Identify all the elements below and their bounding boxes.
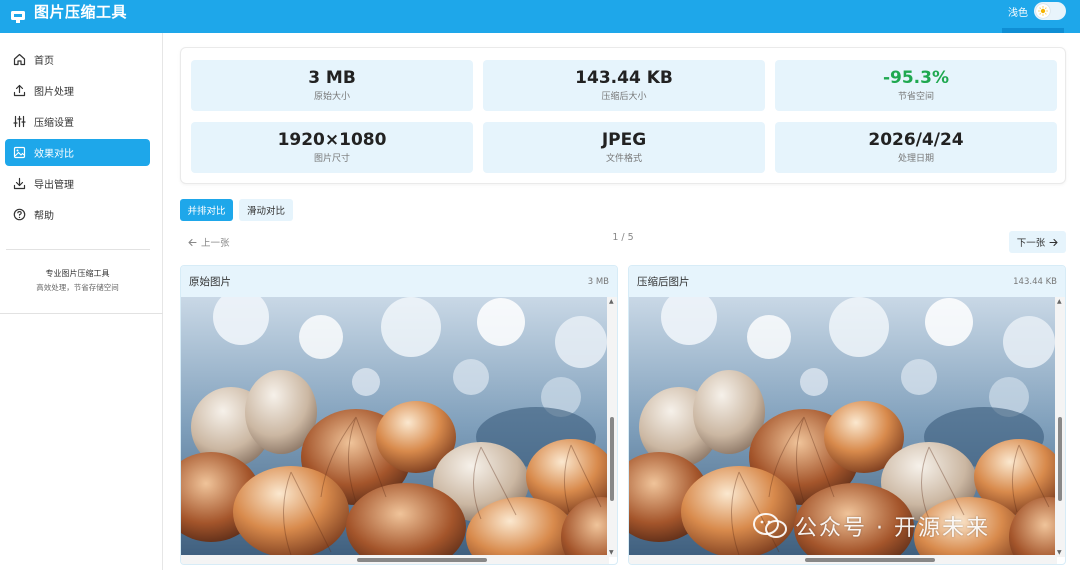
stat-file-format: JPEG 文件格式 xyxy=(483,122,765,173)
help-icon xyxy=(13,208,26,221)
theme-label: 浅色 xyxy=(1008,7,1028,19)
watermark: 公众号 · 开源未来 xyxy=(753,508,1053,544)
sidebar-bottom-divider xyxy=(0,313,163,314)
horizontal-scrollbar[interactable] xyxy=(181,555,609,564)
stat-label: 文件格式 xyxy=(605,154,642,164)
sidebar-item-label: 图片处理 xyxy=(34,87,74,98)
stat-value: -95.3% xyxy=(882,68,950,88)
upload-icon xyxy=(13,84,26,97)
sliders-icon xyxy=(13,115,26,128)
sidebar-item-label: 帮助 xyxy=(34,211,54,222)
scrollbar-thumb[interactable] xyxy=(610,417,614,501)
sidebar-item-label: 效果对比 xyxy=(34,149,74,160)
theme-switch[interactable]: 浅色 xyxy=(1008,2,1066,20)
scrollbar-thumb[interactable] xyxy=(805,558,935,562)
card-title: 原始图片 xyxy=(189,276,231,288)
scroll-up-icon[interactable]: ▲ xyxy=(609,298,614,305)
stat-original-size: 3 MB 原始大小 xyxy=(191,60,473,111)
sidebar-item-export[interactable]: 导出管理 xyxy=(5,170,150,197)
stat-process-date: 2026/4/24 处理日期 xyxy=(775,122,1057,173)
app-header: 图片压缩工具 浅色 xyxy=(0,0,1080,33)
arrow-left-icon xyxy=(188,238,197,246)
wechat-icon xyxy=(753,513,787,538)
sidebar-item-label: 首页 xyxy=(34,56,54,67)
card-file-size: 3 MB xyxy=(587,276,609,287)
vertical-scrollbar[interactable]: ▲ ▼ xyxy=(607,297,617,557)
sidebar-divider xyxy=(6,249,150,250)
card-file-size: 143.44 KB xyxy=(1013,276,1057,287)
image-compare-icon xyxy=(13,146,26,159)
horizontal-scrollbar[interactable] xyxy=(629,555,1057,564)
stats-panel: 3 MB 原始大小 143.44 KB 压缩后大小 -95.3% 节省空间 19… xyxy=(180,47,1066,184)
sidebar-item-compress-settings[interactable]: 压缩设置 xyxy=(5,108,150,135)
stat-value: 3 MB xyxy=(308,68,356,88)
stat-value: JPEG xyxy=(601,130,647,150)
sidebar-item-help[interactable]: 帮助 xyxy=(5,201,150,228)
monitor-icon xyxy=(10,10,26,24)
sidebar-footer-subtitle: 高效处理，节省存储空间 xyxy=(36,283,119,292)
card-header: 原始图片 3 MB xyxy=(181,266,617,297)
scroll-down-icon[interactable]: ▼ xyxy=(1057,549,1062,556)
app-title: 图片压缩工具 xyxy=(34,3,128,21)
original-image-card: 原始图片 3 MB ▲ ▼ xyxy=(180,265,618,565)
scrollbar-thumb[interactable] xyxy=(1058,417,1062,501)
scrollbar-thumb[interactable] xyxy=(357,558,487,562)
prev-button[interactable]: 上一张 xyxy=(188,235,230,249)
slider-compare-button[interactable]: 滑动对比 xyxy=(239,199,293,221)
original-image[interactable] xyxy=(181,297,609,557)
stat-label: 节省空间 xyxy=(897,92,934,102)
stat-compressed-size: 143.44 KB 压缩后大小 xyxy=(483,60,765,111)
scroll-down-icon[interactable]: ▼ xyxy=(609,549,614,556)
stat-space-saved: -95.3% 节省空间 xyxy=(775,60,1057,111)
next-label: 下一张 xyxy=(1016,238,1046,249)
stat-label: 图片尺寸 xyxy=(313,154,350,164)
header-accent-tab xyxy=(1002,28,1064,33)
theme-toggle[interactable] xyxy=(1034,2,1066,20)
sidebar-item-label: 压缩设置 xyxy=(34,118,74,129)
home-icon xyxy=(13,53,26,66)
scroll-up-icon[interactable]: ▲ xyxy=(1057,298,1062,305)
side-by-side-button[interactable]: 并排对比 xyxy=(180,199,233,221)
next-button[interactable]: 下一张 xyxy=(1009,231,1066,253)
watermark-text: 公众号 · 开源未来 xyxy=(795,516,990,541)
prev-label: 上一张 xyxy=(201,238,230,249)
sidebar-item-home[interactable]: 首页 xyxy=(5,46,150,73)
card-title: 压缩后图片 xyxy=(637,276,690,288)
vertical-scrollbar[interactable]: ▲ ▼ xyxy=(1055,297,1065,557)
stat-value: 1920×1080 xyxy=(277,130,387,150)
sun-icon xyxy=(1036,4,1050,18)
sidebar-item-image-processing[interactable]: 图片处理 xyxy=(5,77,150,104)
stat-label: 原始大小 xyxy=(313,92,350,102)
download-icon xyxy=(13,177,26,190)
card-header: 压缩后图片 143.44 KB xyxy=(629,266,1065,297)
page-indicator: 1 / 5 xyxy=(612,232,634,243)
stat-value: 2026/4/24 xyxy=(868,130,964,150)
sidebar-item-compare[interactable]: 效果对比 xyxy=(5,139,150,166)
stat-label: 压缩后大小 xyxy=(601,92,647,102)
stat-value: 143.44 KB xyxy=(575,68,673,88)
stat-label: 处理日期 xyxy=(897,154,934,164)
stat-dimensions: 1920×1080 图片尺寸 xyxy=(191,122,473,173)
sidebar-footer-title: 专业图片压缩工具 xyxy=(45,269,110,278)
sidebar-item-label: 导出管理 xyxy=(34,180,74,191)
arrow-right-icon xyxy=(1049,238,1058,246)
sidebar: 首页 图片处理 压缩设置 效果对比 导出管理 帮助 专业图片压缩工具 高效处理，… xyxy=(0,33,163,570)
